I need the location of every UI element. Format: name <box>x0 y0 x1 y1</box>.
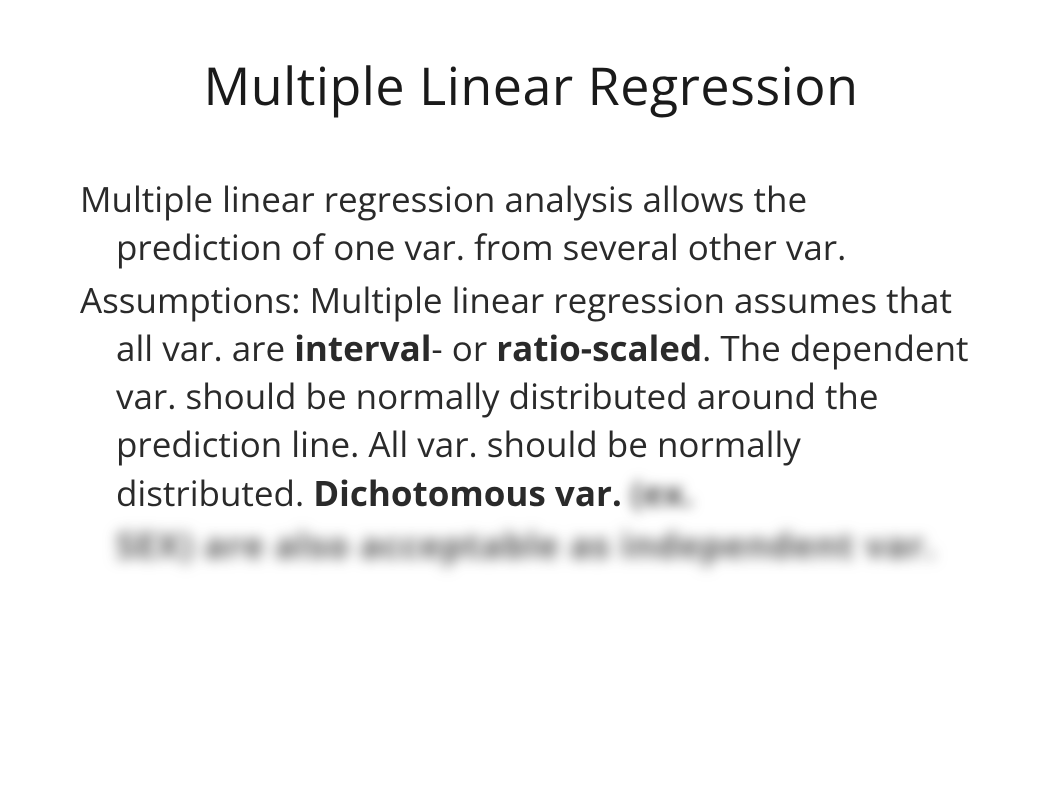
blurred-inline-text: (ex. <box>622 470 694 517</box>
para2-bold-interval: interval <box>294 325 431 372</box>
para2-bold-ratio: ratio-scaled <box>496 325 702 372</box>
slide-body: Multiple linear regression analysis allo… <box>70 176 992 570</box>
paragraph-1: Multiple linear regression analysis allo… <box>80 176 982 273</box>
blurred-paragraph: SEX) are also acceptable as independent … <box>80 522 982 570</box>
para2-bold-dichotomous: Dichotomous var. <box>313 470 622 517</box>
para2-text-2: - or <box>431 325 496 372</box>
paragraph-2: Assumptions: Multiple linear regression … <box>80 277 982 518</box>
slide-title: Multiple Linear Regression <box>70 50 992 121</box>
